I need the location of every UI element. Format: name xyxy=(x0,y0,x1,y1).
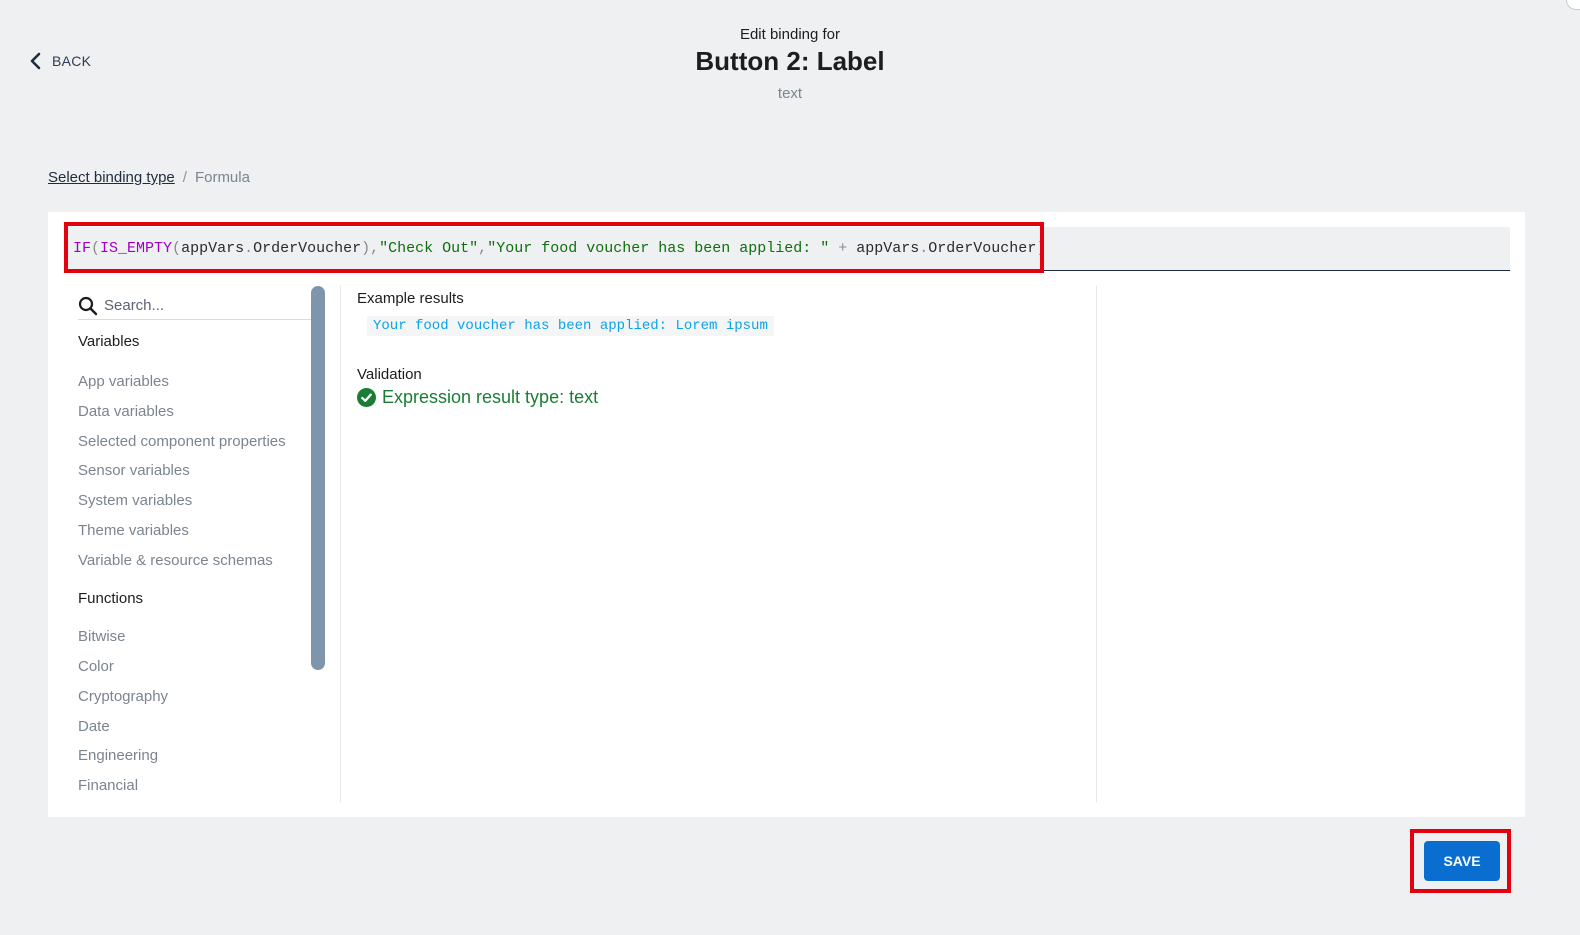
page-header: Edit binding for Button 2: Label text xyxy=(0,26,1580,102)
breadcrumb: Select binding type / Formula xyxy=(48,169,250,186)
page-title: Button 2: Label xyxy=(695,46,885,76)
sidebar-item-engineering[interactable]: Engineering xyxy=(78,747,158,764)
sidebar-item-variable-resource-schemas[interactable]: Variable & resource schemas xyxy=(78,552,273,569)
sidebar-item-data-variables[interactable]: Data variables xyxy=(78,403,174,420)
sidebar-item-selected-component-properties[interactable]: Selected component properties xyxy=(78,433,286,450)
sidebar-item-sensor-variables[interactable]: Sensor variables xyxy=(78,462,190,479)
window-corner xyxy=(1566,0,1580,10)
breadcrumb-separator: / xyxy=(182,169,187,186)
search-icon xyxy=(78,296,98,315)
header-pre-title: Edit binding for xyxy=(739,26,841,43)
sidebar-item-date[interactable]: Date xyxy=(78,718,110,735)
sidebar-item-cryptography[interactable]: Cryptography xyxy=(78,688,168,705)
example-results-label: Example results xyxy=(357,290,464,307)
sidebar-item-financial[interactable]: Financial xyxy=(78,777,138,794)
check-circle-icon xyxy=(357,388,376,407)
results-panel: Example results Your food voucher has be… xyxy=(357,286,1097,802)
sidebar-item-app-variables[interactable]: App variables xyxy=(78,373,169,390)
validation-label: Validation xyxy=(357,366,422,383)
validation-message: Expression result type: text xyxy=(382,387,599,407)
sidebar-item-theme-variables[interactable]: Theme variables xyxy=(78,522,189,539)
search-input[interactable] xyxy=(104,297,304,314)
sidebar-item-color[interactable]: Color xyxy=(78,658,114,675)
section-title-functions: Functions xyxy=(78,590,144,607)
formula-highlight-box xyxy=(64,222,1044,273)
breadcrumb-select-binding-type[interactable]: Select binding type xyxy=(48,169,175,186)
validation-status: Expression result type: text xyxy=(357,387,598,408)
save-button[interactable]: SAVE xyxy=(1424,841,1500,881)
sidebar-scrollbar[interactable] xyxy=(311,286,325,670)
search-box xyxy=(78,292,312,320)
sidebar-item-system-variables[interactable]: System variables xyxy=(78,492,192,509)
section-title-variables: Variables xyxy=(78,333,140,350)
formula-editor-panel: IF(IS_EMPTY(appVars.OrderVoucher),"Check… xyxy=(48,212,1525,817)
breadcrumb-current: Formula xyxy=(194,169,250,186)
example-result-value: Your food voucher has been applied: Lore… xyxy=(367,316,774,336)
sidebar-item-bitwise[interactable]: Bitwise xyxy=(78,628,126,645)
binding-type: text xyxy=(777,85,803,102)
reference-sidebar: Variables App variables Data variables S… xyxy=(48,286,341,802)
